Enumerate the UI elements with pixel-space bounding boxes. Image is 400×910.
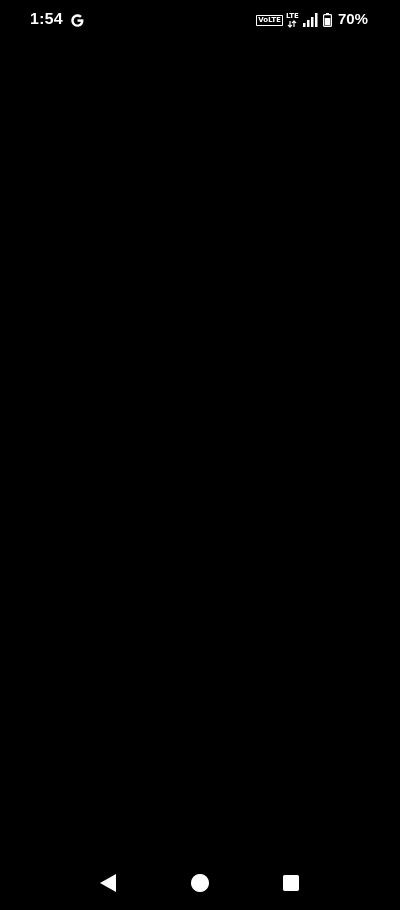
status-time: 1:54 [30, 11, 63, 28]
google-icon [71, 13, 84, 27]
navigation-bar [0, 860, 400, 906]
battery-icon [322, 13, 332, 27]
recents-button[interactable] [280, 872, 302, 894]
battery-percent: 70% [337, 11, 368, 28]
volte-icon: VoLTE [256, 14, 283, 26]
status-left: 1:54 [30, 10, 85, 30]
status-right: VoLTE LTE 70% [256, 10, 368, 30]
home-button[interactable] [189, 872, 211, 894]
signal-icon [302, 13, 318, 27]
status-bar: 1:54 VoLTE LTE 70% [0, 0, 400, 40]
back-button[interactable] [97, 872, 119, 894]
lte-icon: LTE [286, 12, 300, 28]
